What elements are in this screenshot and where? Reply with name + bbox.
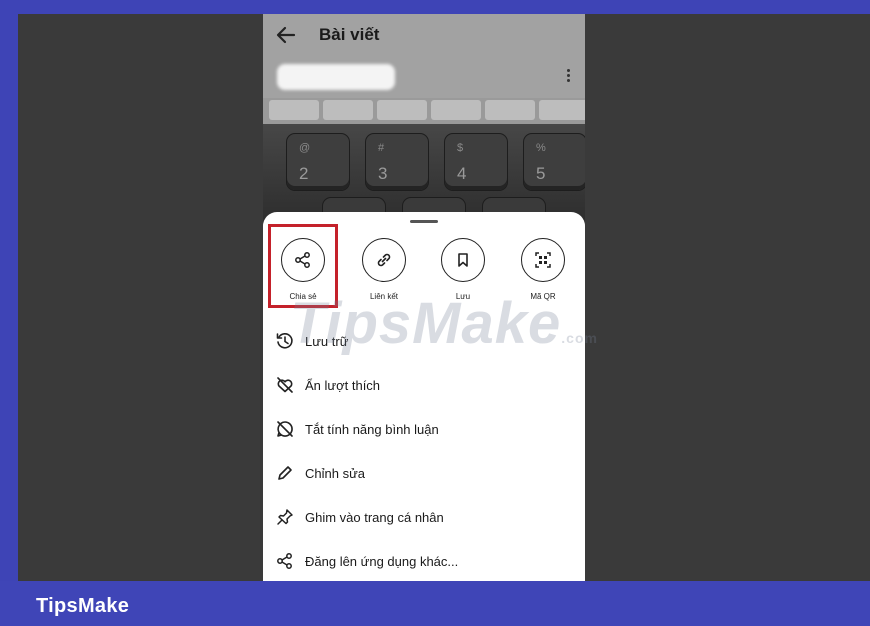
bookmark-icon <box>441 238 485 282</box>
post-photo: @2 #3 $4 % 5 <box>263 98 585 228</box>
sheet-drag-handle[interactable] <box>410 220 438 223</box>
top-app-bar: Bài viết <box>263 14 585 98</box>
brand-logo-text: TipsMake <box>36 595 130 617</box>
comments-off-icon <box>275 419 295 439</box>
menu-item-label: Đăng lên ứng dụng khác... <box>305 553 459 569</box>
share-icon <box>275 551 295 571</box>
keyboard-key: #3 <box>366 134 428 190</box>
function-key-row <box>263 98 585 124</box>
keyboard-key: % 5 <box>524 134 585 190</box>
menu-item-edit[interactable]: Chỉnh sửa <box>275 462 575 484</box>
brand-footer <box>0 581 870 626</box>
more-options-icon[interactable] <box>567 69 571 83</box>
menu-item-pin[interactable]: Ghim vào trang cá nhân <box>275 506 575 528</box>
watermark-main: TipsMake <box>290 291 562 356</box>
back-arrow-icon[interactable] <box>273 22 299 48</box>
menu-item-label: Chỉnh sửa <box>305 465 366 481</box>
menu-item-post-to-other-apps[interactable]: Đăng lên ứng dụng khác... <box>275 550 575 572</box>
keyboard-key: $4 <box>445 134 507 190</box>
menu-item-comments-off[interactable]: Tắt tính năng bình luận <box>275 418 575 440</box>
pin-icon <box>275 507 295 527</box>
bottom-sheet: Chia sẻ Liên kết Lưu Mã QR Lưu trữ Ẩn lư… <box>263 212 585 581</box>
menu-item-hide-likes[interactable]: Ẩn lượt thích <box>275 374 575 396</box>
watermark: TipsMake.com <box>290 290 598 357</box>
qr-code-icon <box>521 238 565 282</box>
edit-pencil-icon <box>275 463 295 483</box>
menu-item-label: Ẩn lượt thích <box>305 377 381 393</box>
menu-item-label: Ghim vào trang cá nhân <box>305 509 444 525</box>
keyboard-key: @2 <box>287 134 349 190</box>
username-redacted <box>277 64 395 90</box>
link-icon <box>362 238 406 282</box>
page-title: Bài viết <box>319 25 380 44</box>
menu-item-label: Tắt tính năng bình luận <box>305 421 439 437</box>
watermark-suffix: .com <box>561 330 598 346</box>
hide-likes-icon <box>275 375 295 395</box>
